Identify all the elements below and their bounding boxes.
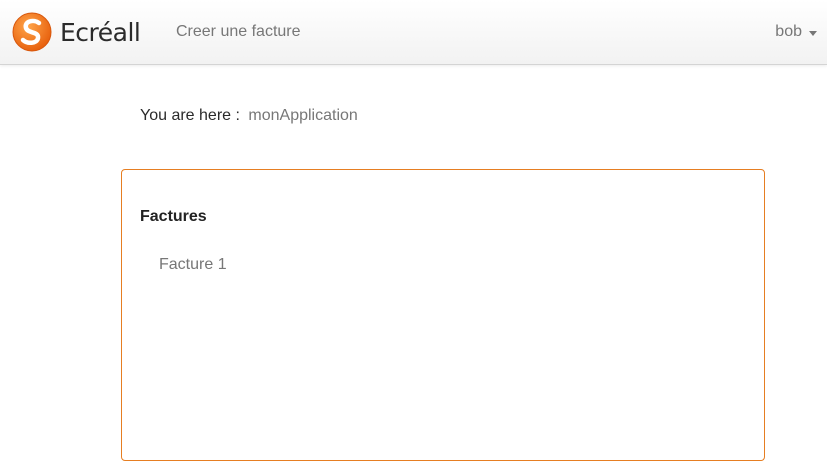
breadcrumb-link-monapplication[interactable]: monApplication bbox=[248, 107, 357, 124]
breadcrumb-label: You are here : bbox=[140, 107, 240, 124]
top-navbar: Ecréall Creer une facture bob bbox=[0, 0, 827, 65]
breadcrumb: You are here : monApplication bbox=[140, 107, 358, 125]
caret-down-icon bbox=[809, 30, 817, 36]
brand-link[interactable]: Ecréall bbox=[12, 12, 141, 52]
factures-panel: Factures Facture 1 bbox=[121, 169, 765, 461]
ecreall-logo-icon bbox=[12, 12, 52, 52]
list-item-facture[interactable]: Facture 1 bbox=[159, 256, 227, 274]
nav-link-creer-facture[interactable]: Creer une facture bbox=[176, 23, 301, 41]
user-name: bob bbox=[775, 23, 802, 40]
panel-title: Factures bbox=[140, 208, 207, 225]
user-menu-dropdown[interactable]: bob bbox=[775, 23, 817, 41]
brand-name: Ecréall bbox=[60, 17, 141, 47]
